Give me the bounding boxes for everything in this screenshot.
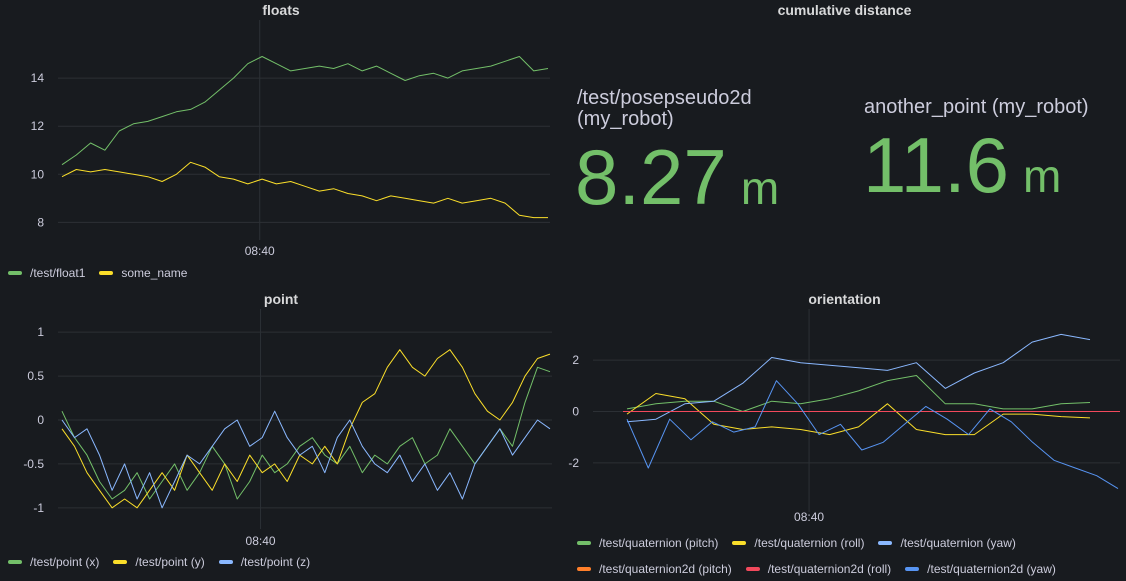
legend-swatch [8,560,22,564]
x-tick-label: 08:40 [245,244,275,258]
legend-label: /test/quaternion2d (roll) [767,562,892,576]
legend-item[interactable]: /test/quaternion2d (roll) [745,557,892,581]
legend-item[interactable]: /test/point (z) [218,555,311,569]
legend: /test/quaternion (pitch) /test/quaternion… [577,529,1117,581]
stat-value-another-point: 11.6 m [863,120,1061,211]
stat-number: 8.27 [575,133,727,221]
legend-swatch [745,567,760,571]
y-tick-label: 8 [37,215,44,229]
y-tick-label: 0 [37,413,44,427]
y-tick-label: 0 [572,405,579,419]
legend-swatch [577,567,591,571]
y-tick-label: -0.5 [23,457,44,471]
legend-label: /test/quaternion2d (pitch) [599,562,732,576]
legend-swatch [8,271,22,275]
legend-item[interactable]: /test/quaternion (roll) [732,531,864,555]
panel-point: point -1 -0.5 0 0.5 1 08:40 /test/point (x)/t… [0,289,562,574]
series-line [61,349,551,509]
y-tick-label: -1 [33,501,44,515]
legend-label: some_name [121,266,188,280]
series-line [626,393,1091,436]
legend-item[interactable]: /test/point (y) [113,555,205,569]
x-tick-label: 08:40 [794,510,824,524]
floats-chart: 8 10 12 14 08:40 [31,20,550,258]
y-tick-label: 10 [31,167,45,181]
legend-swatch [113,560,128,564]
legend: /test/float1 some_name [8,264,201,280]
legend-label: /test/quaternion (pitch) [599,536,719,550]
legend-label: /test/float1 [30,266,86,280]
legend: /test/point (x) /test/point (y) /test/poin… [8,553,324,569]
y-tick-label: -2 [568,456,579,470]
legend-swatch [732,541,747,545]
panel-title[interactable]: cumulative distance [563,2,1126,18]
legend-swatch [99,271,114,275]
legend-label: /test/point (z) [240,555,311,569]
legend-item[interactable]: /test/quaternion (yaw) [878,531,1016,555]
series-line [626,380,1119,490]
legend-swatch [905,567,920,571]
stat-unit: m [1023,150,1062,202]
stat-number: 11.6 [863,121,1010,209]
panel-floats: floats 8 10 12 14 08:40 /test/float1 some_nam… [0,0,562,287]
y-tick-label: 2 [572,353,579,367]
stat-label-another-point: another_point (my_robot) [864,96,1089,118]
legend-label: /test/quaternion2d (yaw) [927,562,1056,576]
legend-label: /test/quaternion (roll) [754,536,865,550]
legend-label: /test/point (x) [30,555,100,569]
legend-swatch [218,560,233,564]
stat-unit: m [740,162,780,214]
series-line [626,375,1091,412]
series-line [61,56,549,166]
legend-swatch [878,541,893,545]
series-line [61,161,548,219]
panel-cumulative-distance: cumulative distance /test/posepseudo2d (… [563,0,1126,287]
legend-item[interactable]: /test/quaternion2d (pitch) [577,557,732,581]
legend-item[interactable]: /test/quaternion (pitch) [577,531,718,555]
legend-item[interactable]: /test/float1 [8,266,85,280]
x-tick-label: 08:40 [246,534,276,548]
legend-label: /test/point (y) [135,555,205,569]
stat-value-posepseudo2d: 8.27 m [575,132,779,223]
series-line [61,366,551,500]
legend-item[interactable]: /test/point (x) [8,555,99,569]
point-chart: -1 -0.5 0 0.5 1 08:40 [23,309,552,548]
y-tick-label: 1 [37,325,44,339]
legend-item[interactable]: /test/quaternion2d (yaw) [905,557,1056,581]
y-tick-label: 12 [31,119,45,133]
y-tick-label: 14 [31,71,45,85]
panel-orientation: orientation -2 0 2 08:40 /test/quaternion (… [563,289,1126,576]
y-tick-label: 0.5 [27,369,44,383]
stat-label-posepseudo2d: /test/posepseudo2d (my_robot) [577,87,752,130]
legend-item[interactable]: some_name [99,266,187,280]
legend-label: /test/quaternion (yaw) [900,536,1016,550]
legend-swatch [577,541,591,545]
